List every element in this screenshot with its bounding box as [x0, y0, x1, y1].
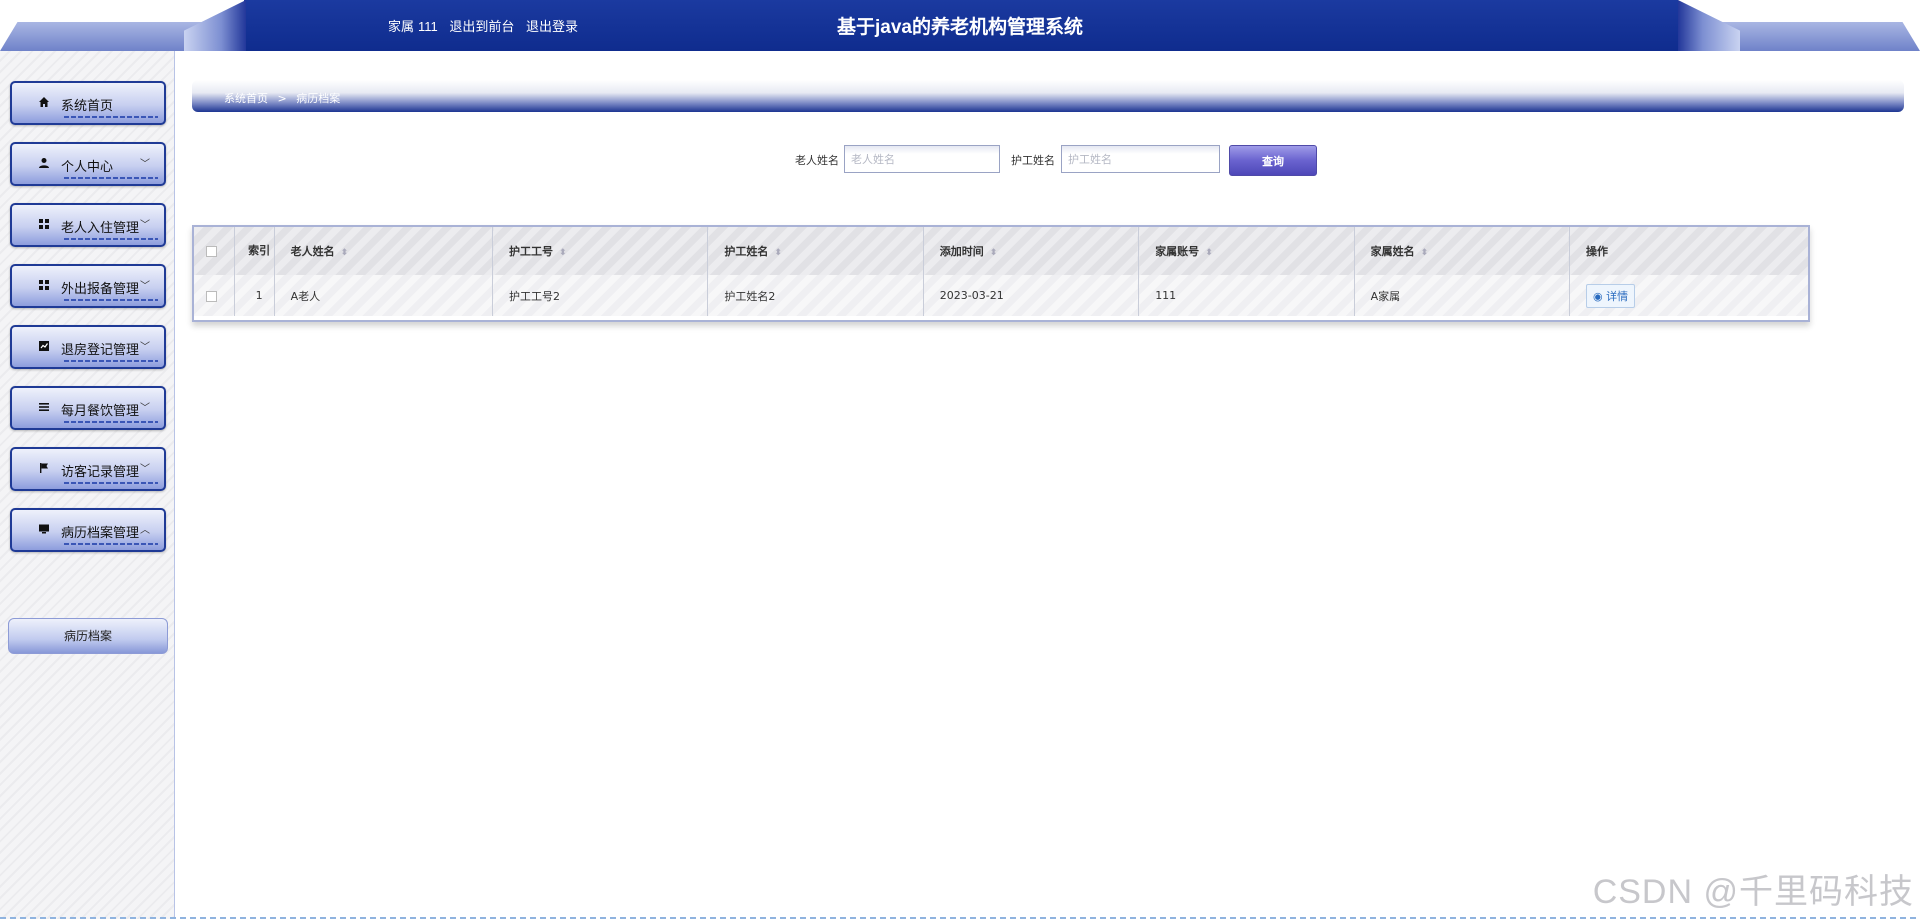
sort-icon[interactable]: ⬍: [341, 248, 349, 258]
chevron-down-icon: ﹀: [140, 342, 150, 353]
breadcrumb-bar: 系统首页 > 病历档案: [192, 80, 1904, 112]
table-row: 1 A老人 护工工号2 护工姓名2 2023-03-21 111 A家属 ◉ 详…: [194, 275, 1808, 316]
header-nurse-name[interactable]: 护工姓名 ⬍: [707, 227, 924, 275]
select-all-checkbox[interactable]: [206, 246, 217, 257]
chevron-down-icon: ﹀: [140, 281, 150, 292]
elder-name-input[interactable]: [844, 145, 1000, 173]
header-index: 索引: [234, 227, 275, 275]
breadcrumb-current: 病历档案: [296, 92, 341, 105]
header-added-time[interactable]: 添加时间 ⬍: [923, 227, 1140, 275]
chevron-up-icon: ︿: [140, 525, 150, 536]
header-label: 添加时间: [939, 245, 984, 258]
sidebar-item-outing-report[interactable]: 外出报备管理 ﹀: [10, 264, 166, 308]
header-family-account[interactable]: 家属账号 ⬍: [1138, 227, 1355, 275]
cell-elder-name: A老人: [274, 275, 494, 316]
sidebar-item-home[interactable]: 系统首页: [10, 81, 166, 125]
sidebar-item-label: 每月餐饮管理: [61, 403, 140, 418]
header-label: 护工姓名: [724, 245, 769, 258]
table-header-row: 索引 老人姓名 ⬍ 护工工号 ⬍ 护工姓名 ⬍ 添加时间 ⬍ 家属账号 ⬍ 家属姓名 ⬍ 操…: [194, 227, 1808, 275]
cell-added-time: 2023-03-21: [923, 275, 1140, 316]
row-select-cell[interactable]: [194, 275, 235, 316]
row-checkbox[interactable]: [206, 290, 217, 302]
chevron-down-icon: ﹀: [140, 464, 150, 475]
grid-icon: [38, 218, 50, 230]
sidebar: 系统首页 个人中心 ﹀ 老人入住管理 ﹀ 外出报备管理 ﹀ 退房登记管理 ﹀ 每…: [0, 51, 175, 919]
cell-nurse-id: 护工工号2: [492, 275, 709, 316]
elder-name-label: 老人姓名: [795, 154, 839, 167]
header-label: 老人姓名: [290, 245, 335, 258]
sidebar-item-label: 系统首页: [61, 98, 114, 113]
row-index: 1: [234, 275, 275, 316]
chart-icon: [38, 340, 50, 352]
header: 家属 111 退出到前台 退出登录 基于java的养老机构管理系统: [0, 0, 1920, 51]
records-table: 索引 老人姓名 ⬍ 护工工号 ⬍ 护工姓名 ⬍ 添加时间 ⬍ 家属账号 ⬍ 家属姓名 ⬍ 操…: [192, 225, 1810, 322]
nurse-name-input[interactable]: [1061, 145, 1220, 173]
sidebar-item-visitor-records[interactable]: 访客记录管理 ﹀: [10, 447, 166, 491]
grid-icon: [38, 279, 50, 291]
breadcrumb: 系统首页 > 病历档案: [224, 90, 346, 106]
submenu-item-medical-records[interactable]: 病历档案: [8, 618, 168, 654]
sidebar-item-medical-records[interactable]: 病历档案管理 ︿: [10, 508, 166, 552]
detail-label: 详情: [1606, 289, 1629, 303]
cell-family-name: A家属: [1354, 275, 1570, 316]
cell-nurse-name: 护工姓名2: [707, 275, 924, 316]
system-title: 基于java的养老机构管理系统: [837, 17, 1083, 38]
breadcrumb-separator: >: [277, 92, 287, 105]
sort-icon[interactable]: ⬍: [774, 248, 782, 258]
header-label: 护工工号: [509, 245, 554, 258]
home-icon: [38, 96, 50, 108]
sort-icon[interactable]: ⬍: [559, 248, 567, 258]
sidebar-item-checkout[interactable]: 退房登记管理 ﹀: [10, 325, 166, 369]
chevron-down-icon: ﹀: [140, 403, 150, 414]
header-label: 家属账号: [1155, 245, 1200, 258]
sidebar-item-elder-checkin[interactable]: 老人入住管理 ﹀: [10, 203, 166, 247]
breadcrumb-home[interactable]: 系统首页: [224, 92, 268, 105]
sort-icon[interactable]: ⬍: [1421, 248, 1429, 258]
sidebar-item-label: 外出报备管理: [61, 281, 140, 296]
sort-icon[interactable]: ⬍: [1205, 248, 1213, 258]
sidebar-item-label: 个人中心: [61, 159, 114, 174]
cell-action: ◉ 详情: [1569, 275, 1808, 316]
watermark: CSDN @千里码科技: [1592, 873, 1914, 911]
sidebar-item-label: 访客记录管理: [61, 464, 140, 479]
header-nurse-id[interactable]: 护工工号 ⬍: [492, 227, 709, 275]
sidebar-item-monthly-meals[interactable]: 每月餐饮管理 ﹀: [10, 386, 166, 430]
sort-icon[interactable]: ⬍: [990, 248, 998, 258]
header-elder-name[interactable]: 老人姓名 ⬍: [274, 227, 494, 275]
chevron-down-icon: ﹀: [140, 159, 150, 170]
header-select-all[interactable]: [194, 227, 235, 275]
sidebar-item-personal-center[interactable]: 个人中心 ﹀: [10, 142, 166, 186]
header-action: 操作: [1569, 227, 1808, 275]
chevron-down-icon: ﹀: [140, 220, 150, 231]
flag-icon: [38, 462, 50, 474]
header-label: 家属姓名: [1370, 245, 1415, 258]
cell-family-account: 111: [1138, 275, 1355, 316]
detail-button[interactable]: ◉ 详情: [1585, 283, 1636, 308]
eye-icon: ◉: [1592, 289, 1603, 303]
user-icon: [38, 157, 50, 169]
nurse-name-label: 护工姓名: [1011, 154, 1055, 167]
header-family-name[interactable]: 家属姓名 ⬍: [1354, 227, 1570, 275]
monitor-icon: [38, 523, 50, 535]
list-icon: [38, 401, 50, 413]
sidebar-item-label: 老人入住管理: [61, 220, 140, 235]
query-button[interactable]: 查询: [1229, 145, 1317, 176]
sidebar-item-label: 退房登记管理: [61, 342, 140, 357]
sidebar-item-label: 病历档案管理: [61, 525, 140, 540]
